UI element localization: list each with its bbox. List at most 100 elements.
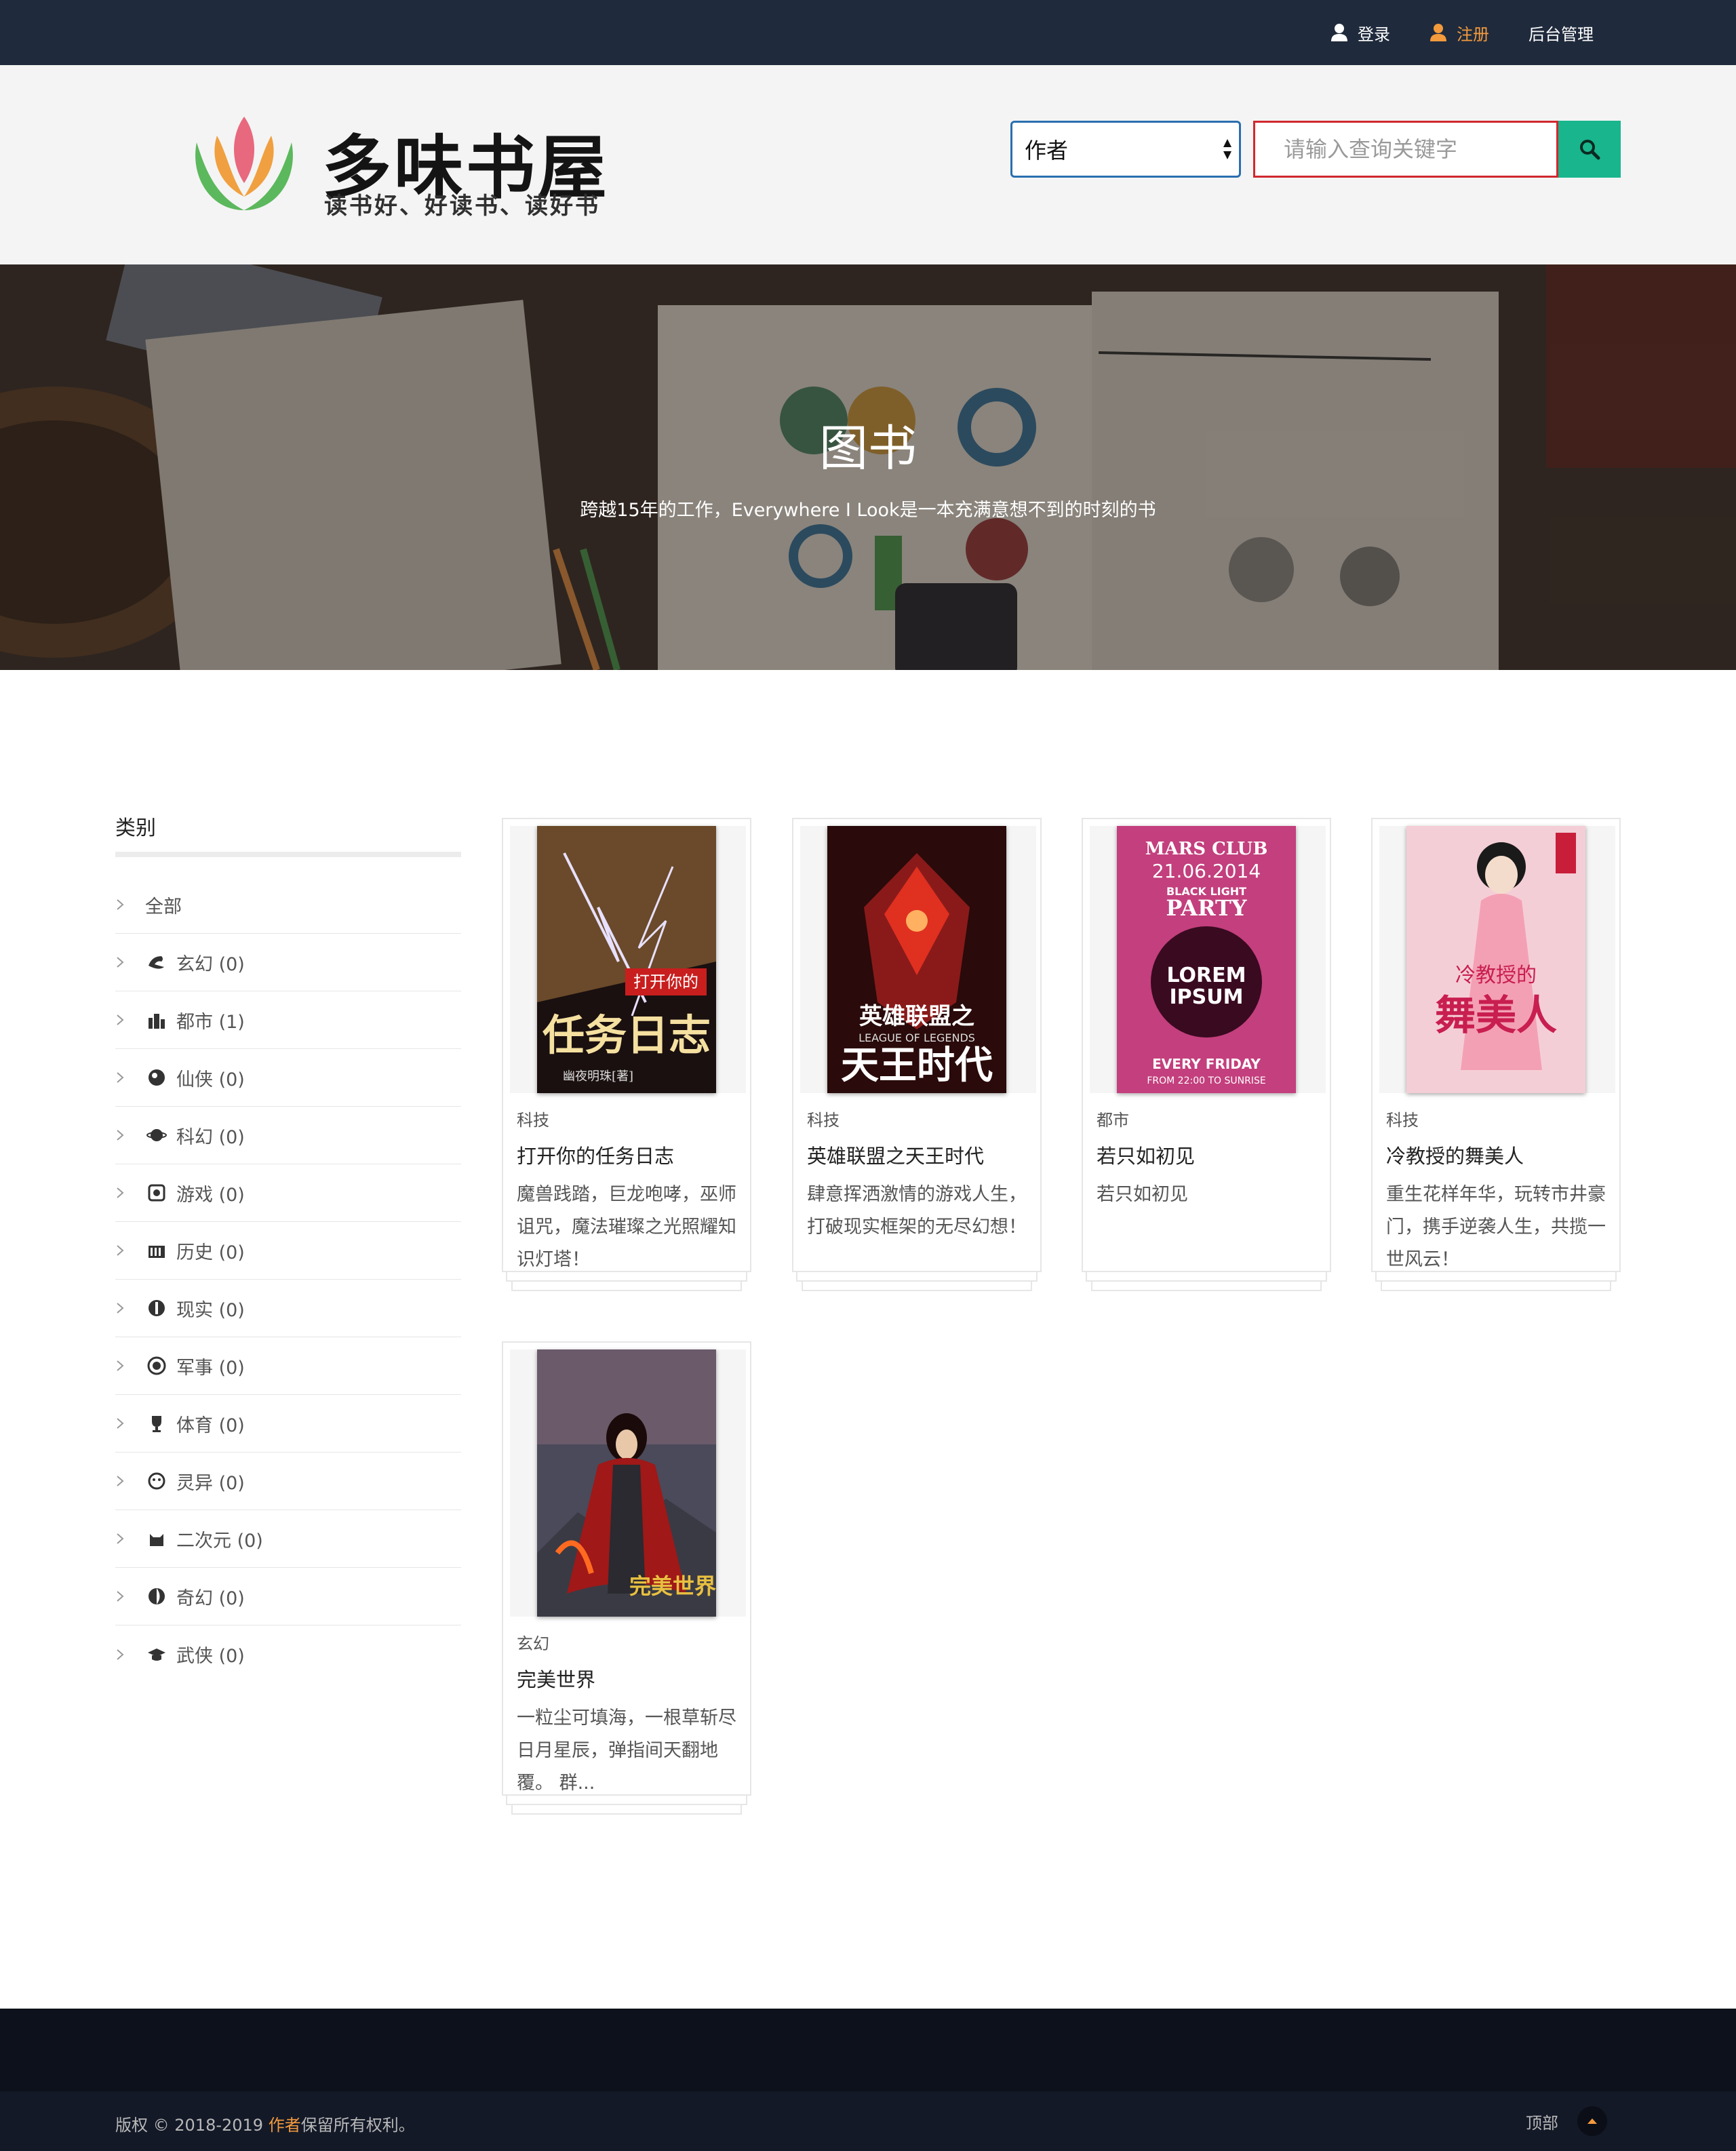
book-description: 一粒尘可填海，一根草斩尽日月星辰，弹指间天翻地覆。 群... [517,1708,736,1794]
user-icon [1430,24,1446,41]
footer-bottom: 版权 © 2018-2019 作者保留所有权利。 顶部 [0,2091,1736,2151]
sidebar-item-category[interactable]: 仙侠 (0) [115,1049,461,1107]
top-bar: 登录 注册 后台管理 [0,0,1736,65]
svg-text:幽夜明珠[著]: 幽夜明珠[著] [563,1069,633,1084]
header: 多味书屋 读书好、好读书、读好书 作者 [0,65,1736,264]
search-input[interactable] [1253,121,1558,178]
select-arrows-icon [1223,139,1231,159]
book-category[interactable]: 玄幻 [517,1630,549,1654]
sidebar-item-label: 都市 (1) [176,1011,245,1033]
back-to-top[interactable]: 顶部 [1526,2106,1607,2136]
sidebar-item-category[interactable]: 都市 (1) [115,991,461,1049]
sidebar-item-category[interactable]: 科幻 (0) [115,1107,461,1164]
user-icon [1331,24,1347,41]
footer-top [0,2009,1736,2091]
book-title[interactable]: 完美世界 [517,1664,595,1693]
book-card-body: 英雄联盟之 LEAGUE OF LEGENDS 天王时代 科技 英雄联盟之天王时代 肆意挥… [792,818,1042,1272]
book-description: 若只如初见 [1097,1184,1188,1205]
sidebar-item-category[interactable]: 奇幻 (0) [115,1568,461,1625]
book-card[interactable]: 英雄联盟之 LEAGUE OF LEGENDS 天王时代 科技 英雄联盟之天王时代 肆意挥… [792,818,1042,1291]
city-icon [145,1008,168,1031]
book-cover-image[interactable]: MARS CLUB 21.06.2014 BLACK LIGHT PARTY LOREM… [1117,826,1296,1093]
svg-text:舞美人: 舞美人 [1435,992,1557,1040]
book-title[interactable]: 英雄联盟之天王时代 [807,1141,984,1169]
admin-link[interactable]: 后台管理 [1528,21,1594,45]
anime-cat-icon [145,1527,168,1550]
register-link[interactable]: 注册 [1429,21,1489,45]
copyright-prefix: 版权 © 2018-2019 [115,2116,269,2135]
svg-text:打开你的: 打开你的 [633,972,698,991]
sidebar-item-label: 武侠 (0) [176,1646,245,1667]
book-card[interactable]: 舞美人 冷教授的科技冷教授的舞美人重生花样年华，玩转市井豪门，携手逆袭人生，共揽一… [1371,818,1621,1291]
book-category[interactable]: 科技 [517,1107,549,1130]
book-card-body: 完美世界 玄幻 完美世界 一粒尘可填海，一根草斩尽日月星辰，弹指间天翻地覆。 群... [502,1341,751,1796]
chevron-right-icon [117,1072,124,1083]
chevron-right-icon [117,1533,124,1544]
card-stack-edge [1381,1282,1611,1291]
sidebar-item-category[interactable]: 灵异 (0) [115,1453,461,1510]
book-cover-image[interactable]: 打开你的 任务日志 幽夜明珠[著] [537,826,716,1093]
book-cover-image[interactable]: 舞美人 冷教授的 [1406,826,1585,1093]
martial-icon [145,1643,168,1666]
gamepad-icon [145,1181,168,1204]
immortal-icon [145,1066,168,1089]
chevron-right-icon [117,1418,124,1429]
book-card-body: 舞美人 冷教授的科技冷教授的舞美人重生花样年华，玩转市井豪门，携手逆袭人生，共揽一… [1371,818,1621,1272]
sidebar-item-label: 二次元 (0) [176,1530,263,1552]
search-type-value: 作者 [1025,138,1069,163]
card-stack-edge [511,1282,742,1291]
chevron-right-icon [117,1591,124,1602]
svg-text:EVERY FRIDAY: EVERY FRIDAY [1152,1056,1261,1072]
login-link[interactable]: 登录 [1330,21,1390,45]
book-cover-image[interactable]: 完美世界 [537,1349,716,1617]
top-nav: 登录 注册 后台管理 [1330,0,1594,65]
book-description: 魔兽践踏，巨龙咆哮，巫师诅咒，魔法璀璨之光照耀知识灯塔！ [517,1184,736,1270]
book-card-body: MARS CLUB 21.06.2014 BLACK LIGHT PARTY LOREM… [1082,818,1331,1272]
chevron-right-icon [117,899,124,910]
site-logo[interactable]: 多味书屋 读书好、好读书、读好书 [190,108,637,224]
chevron-right-icon [117,1130,124,1141]
sidebar-item-category[interactable]: 玄幻 (0) [115,934,461,991]
sidebar-item-category[interactable]: 全部 [115,876,461,934]
chevron-right-icon [117,1649,124,1660]
sidebar-item-category[interactable]: 二次元 (0) [115,1510,461,1568]
svg-text:冷教授的: 冷教授的 [1455,964,1537,987]
book-title[interactable]: 冷教授的舞美人 [1386,1141,1524,1169]
book-title[interactable]: 若只如初见 [1097,1141,1195,1169]
book-category[interactable]: 都市 [1097,1107,1129,1130]
book-category[interactable]: 科技 [1386,1107,1419,1130]
admin-label: 后台管理 [1528,24,1594,44]
sidebar-item-category[interactable]: 军事 (0) [115,1337,461,1395]
sidebar-item-category[interactable]: 历史 (0) [115,1222,461,1280]
sidebar-item-label: 游戏 (0) [176,1184,245,1206]
book-card[interactable]: MARS CLUB 21.06.2014 BLACK LIGHT PARTY LOREM… [1082,818,1331,1291]
svg-text:FROM 22:00 TO SUNRISE: FROM 22:00 TO SUNRISE [1147,1076,1265,1086]
search-button[interactable] [1558,121,1621,178]
book-card-body: 打开你的 任务日志 幽夜明珠[著] 科技打开你的任务日志魔兽践踏，巨龙咆哮，巫师诅咒，… [502,818,751,1272]
book-description: 重生花样年华，玩转市井豪门，携手逆袭人生，共揽一世风云！ [1386,1184,1606,1270]
book-title[interactable]: 打开你的任务日志 [517,1141,674,1169]
search-icon [1580,140,1600,160]
category-list: 全部 玄幻 (0) 都市 (1) 仙侠 (0) 科幻 (0) 游戏 (0) 历史 (0) 现实… [115,876,461,1683]
book-card[interactable]: 打开你的 任务日志 幽夜明珠[著] 科技打开你的任务日志魔兽践踏，巨龙咆哮，巫师诅咒，… [502,818,751,1291]
author-link[interactable]: 作者 [269,2116,301,2135]
svg-text:天王时代: 天王时代 [841,1043,993,1088]
sidebar-item-category[interactable]: 武侠 (0) [115,1625,461,1683]
card-stack-edge [1086,1272,1327,1282]
book-card[interactable]: 完美世界 玄幻 完美世界 一粒尘可填海，一根草斩尽日月星辰，弹指间天翻地覆。 群... [502,1341,751,1815]
book-cover-frame: 英雄联盟之 LEAGUE OF LEGENDS 天王时代 [800,826,1036,1093]
chevron-right-icon [117,1360,124,1371]
book-cover-image[interactable]: 英雄联盟之 LEAGUE OF LEGENDS 天王时代 [827,826,1006,1093]
search-type-select[interactable]: 作者 [1010,121,1241,178]
hero-title: 图书 [818,420,917,477]
sidebar-item-category[interactable]: 体育 (0) [115,1395,461,1453]
book-cover-frame: 舞美人 冷教授的 [1379,826,1615,1093]
book-cover-frame: MARS CLUB 21.06.2014 BLACK LIGHT PARTY LOREM… [1090,826,1326,1093]
svg-text:完美世界: 完美世界 [629,1573,716,1599]
sidebar-item-category[interactable]: 现实 (0) [115,1280,461,1337]
sidebar-item-label: 奇幻 (0) [176,1587,245,1609]
card-stack-edge [506,1272,747,1282]
book-category[interactable]: 科技 [807,1107,840,1130]
planet-icon [145,1124,168,1147]
sidebar-item-category[interactable]: 游戏 (0) [115,1164,461,1222]
